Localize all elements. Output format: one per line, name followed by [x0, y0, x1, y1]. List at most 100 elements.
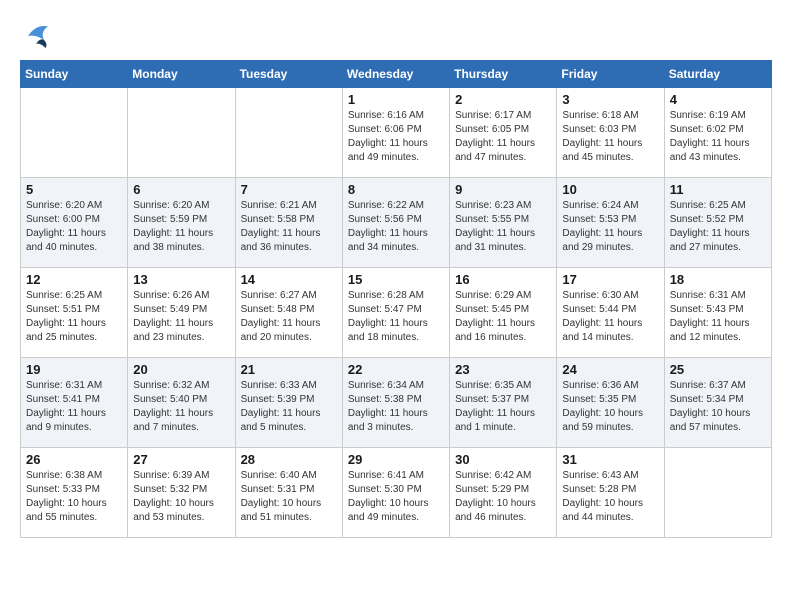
day-number: 22	[348, 362, 444, 377]
calendar-cell: 24Sunrise: 6:36 AM Sunset: 5:35 PM Dayli…	[557, 358, 664, 448]
day-number: 8	[348, 182, 444, 197]
day-number: 12	[26, 272, 122, 287]
calendar-week-row: 1 Sunrise: 6:16 AM Sunset: 6:06 PM Daylig…	[21, 88, 772, 178]
calendar-week-row: 12Sunrise: 6:25 AM Sunset: 5:51 PM Dayli…	[21, 268, 772, 358]
day-info: Sunrise: 6:43 AM Sunset: 5:28 PM Dayligh…	[562, 469, 658, 525]
day-info: Sunrise: 6:40 AM Sunset: 5:31 PM Dayligh…	[241, 469, 337, 525]
weekday-header: Thursday	[450, 61, 557, 88]
day-number: 7	[241, 182, 337, 197]
day-info: Sunrise: 6:21 AM Sunset: 5:58 PM Dayligh…	[241, 199, 337, 255]
day-info: Sunrise: 6:34 AM Sunset: 5:38 PM Dayligh…	[348, 379, 444, 435]
day-number: 4	[670, 92, 766, 107]
calendar-cell: 1 Sunrise: 6:16 AM Sunset: 6:06 PM Daylig…	[342, 88, 449, 178]
day-number: 21	[241, 362, 337, 377]
calendar-cell: 4 Sunrise: 6:19 AM Sunset: 6:02 PM Daylig…	[664, 88, 771, 178]
day-info: Sunrise: 6:37 AM Sunset: 5:34 PM Dayligh…	[670, 379, 766, 435]
calendar-cell: 10 Sunrise: 6:24 AM Sunset: 5:53 PM Dayli…	[557, 178, 664, 268]
day-number: 5	[26, 182, 122, 197]
day-info: Sunrise: 6:35 AM Sunset: 5:37 PM Dayligh…	[455, 379, 551, 435]
day-info: Sunrise: 6:26 AM Sunset: 5:49 PM Dayligh…	[133, 289, 229, 345]
day-info: Sunrise: 6:30 AM Sunset: 5:44 PM Dayligh…	[562, 289, 658, 345]
calendar-cell: 31 Sunrise: 6:43 AM Sunset: 5:28 PM Dayli…	[557, 448, 664, 538]
calendar-cell: 13 Sunrise: 6:26 AM Sunset: 5:49 PM Dayli…	[128, 268, 235, 358]
day-info: Sunrise: 6:18 AM Sunset: 6:03 PM Dayligh…	[562, 109, 658, 165]
day-number: 1	[348, 92, 444, 107]
day-number: 20	[133, 362, 229, 377]
day-info: Sunrise: 6:23 AM Sunset: 5:55 PM Dayligh…	[455, 199, 551, 255]
weekday-header: Monday	[128, 61, 235, 88]
calendar-cell: 25 Sunrise: 6:37 AM Sunset: 5:34 PM Dayli…	[664, 358, 771, 448]
day-number: 17	[562, 272, 658, 287]
day-number: 29	[348, 452, 444, 467]
weekday-header: Wednesday	[342, 61, 449, 88]
day-number: 13	[133, 272, 229, 287]
day-info: Sunrise: 6:31 AM Sunset: 5:41 PM Dayligh…	[26, 379, 122, 435]
day-info: Sunrise: 6:32 AM Sunset: 5:40 PM Dayligh…	[133, 379, 229, 435]
day-info: Sunrise: 6:31 AM Sunset: 5:43 PM Dayligh…	[670, 289, 766, 345]
calendar-cell: 11 Sunrise: 6:25 AM Sunset: 5:52 PM Dayli…	[664, 178, 771, 268]
day-number: 30	[455, 452, 551, 467]
calendar-cell: 12Sunrise: 6:25 AM Sunset: 5:51 PM Dayli…	[21, 268, 128, 358]
calendar-header-row: SundayMondayTuesdayWednesdayThursdayFrid…	[21, 61, 772, 88]
day-info: Sunrise: 6:28 AM Sunset: 5:47 PM Dayligh…	[348, 289, 444, 345]
day-number: 11	[670, 182, 766, 197]
day-info: Sunrise: 6:20 AM Sunset: 5:59 PM Dayligh…	[133, 199, 229, 255]
calendar-week-row: 19 Sunrise: 6:31 AM Sunset: 5:41 PM Dayli…	[21, 358, 772, 448]
day-info: Sunrise: 6:33 AM Sunset: 5:39 PM Dayligh…	[241, 379, 337, 435]
calendar-cell: 29 Sunrise: 6:41 AM Sunset: 5:30 PM Dayli…	[342, 448, 449, 538]
day-info: Sunrise: 6:38 AM Sunset: 5:33 PM Dayligh…	[26, 469, 122, 525]
calendar-cell: 9 Sunrise: 6:23 AM Sunset: 5:55 PM Daylig…	[450, 178, 557, 268]
day-info: Sunrise: 6:29 AM Sunset: 5:45 PM Dayligh…	[455, 289, 551, 345]
calendar-week-row: 5 Sunrise: 6:20 AM Sunset: 6:00 PM Daylig…	[21, 178, 772, 268]
logo-icon	[20, 20, 52, 52]
calendar-cell: 19 Sunrise: 6:31 AM Sunset: 5:41 PM Dayli…	[21, 358, 128, 448]
weekday-header: Sunday	[21, 61, 128, 88]
calendar-cell: 28 Sunrise: 6:40 AM Sunset: 5:31 PM Dayli…	[235, 448, 342, 538]
day-info: Sunrise: 6:27 AM Sunset: 5:48 PM Dayligh…	[241, 289, 337, 345]
calendar-cell: 3 Sunrise: 6:18 AM Sunset: 6:03 PM Daylig…	[557, 88, 664, 178]
day-number: 2	[455, 92, 551, 107]
day-info: Sunrise: 6:24 AM Sunset: 5:53 PM Dayligh…	[562, 199, 658, 255]
calendar-cell: 2 Sunrise: 6:17 AM Sunset: 6:05 PM Daylig…	[450, 88, 557, 178]
calendar-cell: 20 Sunrise: 6:32 AM Sunset: 5:40 PM Dayli…	[128, 358, 235, 448]
calendar-cell: 7 Sunrise: 6:21 AM Sunset: 5:58 PM Daylig…	[235, 178, 342, 268]
day-info: Sunrise: 6:36 AM Sunset: 5:35 PM Dayligh…	[562, 379, 658, 435]
day-info: Sunrise: 6:39 AM Sunset: 5:32 PM Dayligh…	[133, 469, 229, 525]
calendar-cell: 17 Sunrise: 6:30 AM Sunset: 5:44 PM Dayli…	[557, 268, 664, 358]
day-info: Sunrise: 6:22 AM Sunset: 5:56 PM Dayligh…	[348, 199, 444, 255]
calendar-cell: 5 Sunrise: 6:20 AM Sunset: 6:00 PM Daylig…	[21, 178, 128, 268]
day-number: 31	[562, 452, 658, 467]
weekday-header: Friday	[557, 61, 664, 88]
day-info: Sunrise: 6:25 AM Sunset: 5:52 PM Dayligh…	[670, 199, 766, 255]
calendar-cell: 27Sunrise: 6:39 AM Sunset: 5:32 PM Dayli…	[128, 448, 235, 538]
calendar-week-row: 26Sunrise: 6:38 AM Sunset: 5:33 PM Dayli…	[21, 448, 772, 538]
calendar-cell	[128, 88, 235, 178]
calendar-cell	[21, 88, 128, 178]
day-number: 9	[455, 182, 551, 197]
day-number: 6	[133, 182, 229, 197]
calendar-cell: 26Sunrise: 6:38 AM Sunset: 5:33 PM Dayli…	[21, 448, 128, 538]
calendar-cell: 16Sunrise: 6:29 AM Sunset: 5:45 PM Dayli…	[450, 268, 557, 358]
day-number: 3	[562, 92, 658, 107]
day-number: 23	[455, 362, 551, 377]
calendar-cell	[235, 88, 342, 178]
calendar-cell: 15 Sunrise: 6:28 AM Sunset: 5:47 PM Dayli…	[342, 268, 449, 358]
day-number: 10	[562, 182, 658, 197]
day-info: Sunrise: 6:16 AM Sunset: 6:06 PM Dayligh…	[348, 109, 444, 165]
weekday-header: Tuesday	[235, 61, 342, 88]
day-info: Sunrise: 6:20 AM Sunset: 6:00 PM Dayligh…	[26, 199, 122, 255]
calendar-cell: 30Sunrise: 6:42 AM Sunset: 5:29 PM Dayli…	[450, 448, 557, 538]
logo	[20, 20, 58, 52]
day-info: Sunrise: 6:41 AM Sunset: 5:30 PM Dayligh…	[348, 469, 444, 525]
calendar-cell: 23 Sunrise: 6:35 AM Sunset: 5:37 PM Dayli…	[450, 358, 557, 448]
day-info: Sunrise: 6:19 AM Sunset: 6:02 PM Dayligh…	[670, 109, 766, 165]
calendar-table: SundayMondayTuesdayWednesdayThursdayFrid…	[20, 60, 772, 538]
weekday-header: Saturday	[664, 61, 771, 88]
day-info: Sunrise: 6:17 AM Sunset: 6:05 PM Dayligh…	[455, 109, 551, 165]
day-number: 25	[670, 362, 766, 377]
calendar-cell: 21 Sunrise: 6:33 AM Sunset: 5:39 PM Dayli…	[235, 358, 342, 448]
day-number: 28	[241, 452, 337, 467]
calendar-cell: 18Sunrise: 6:31 AM Sunset: 5:43 PM Dayli…	[664, 268, 771, 358]
day-number: 19	[26, 362, 122, 377]
day-number: 15	[348, 272, 444, 287]
